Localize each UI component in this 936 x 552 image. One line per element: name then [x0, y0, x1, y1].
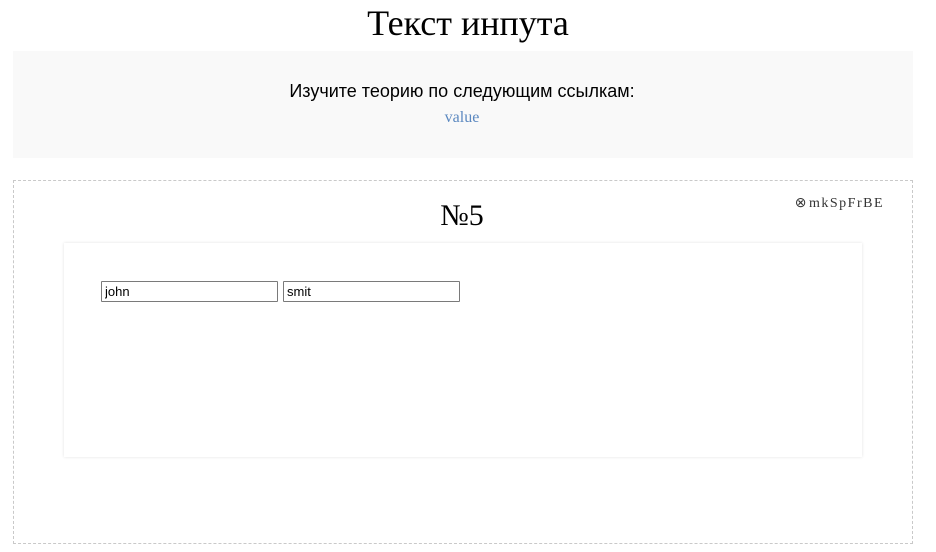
theory-intro: Изучите теорию по следующим ссылкам: — [289, 81, 635, 101]
first-name-input[interactable] — [101, 281, 278, 302]
task-number: №5 — [440, 199, 484, 232]
exercise-area — [64, 243, 862, 457]
theory-link[interactable]: value — [445, 109, 480, 126]
theory-link-container: value — [0, 107, 924, 129]
last-name-input[interactable] — [283, 281, 460, 302]
theory-panel — [13, 51, 913, 158]
page-title: Текст инпута — [367, 3, 569, 43]
